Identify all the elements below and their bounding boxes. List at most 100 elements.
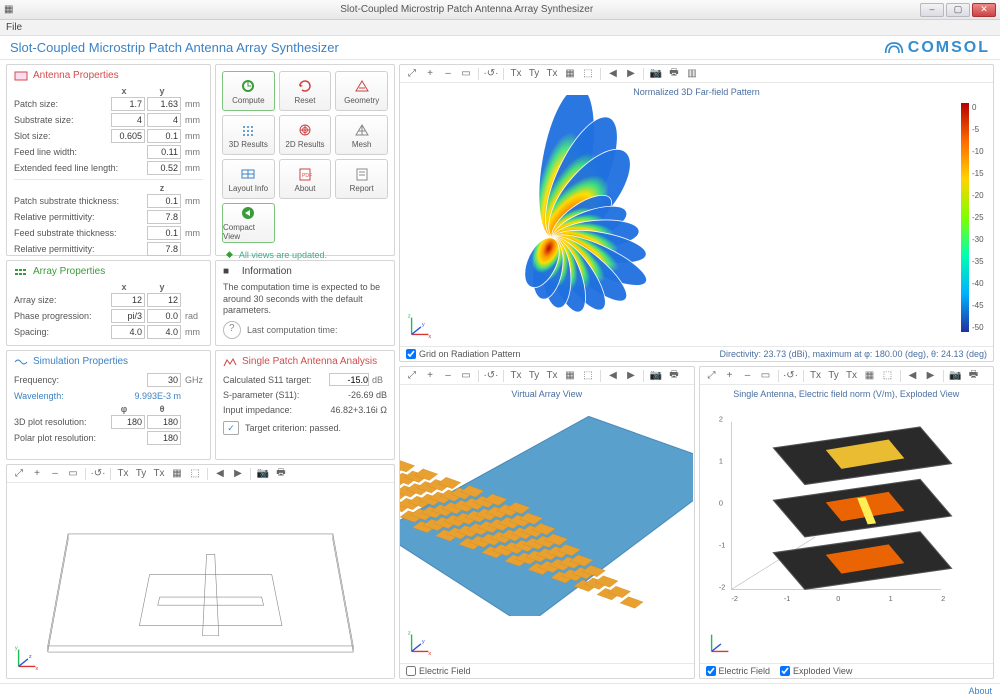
2d-results-button[interactable]: 2D Results: [279, 115, 332, 155]
res3d-phi-input[interactable]: [111, 415, 145, 429]
s11-target-input[interactable]: [329, 373, 369, 386]
geom-canvas[interactable]: yxz: [7, 483, 394, 678]
layout-info-button[interactable]: Layout Info: [222, 159, 275, 199]
toolbar-btn[interactable]: ▭: [458, 369, 474, 383]
toolbar-btn[interactable]: –: [47, 467, 63, 481]
ants1-input[interactable]: [147, 161, 181, 175]
toolbar-btn[interactable]: ⬚: [187, 467, 203, 481]
toolbar-btn[interactable]: 🖶: [666, 369, 682, 383]
toolbar-btn[interactable]: +: [29, 467, 45, 481]
toolbar-btn[interactable]: Tx: [544, 369, 560, 383]
res3d-theta-input[interactable]: [147, 415, 181, 429]
toolbar-btn[interactable]: ▭: [758, 369, 774, 383]
compute-button[interactable]: Compute: [222, 71, 275, 111]
toolbar-btn[interactable]: ·↺·: [90, 467, 106, 481]
toolbar-btn[interactable]: 🖶: [666, 67, 682, 81]
close-button[interactable]: ✕: [972, 3, 996, 17]
frequency-input[interactable]: [147, 373, 181, 387]
toolbar-btn[interactable]: ▥: [684, 67, 700, 81]
toolbar-btn[interactable]: Tx: [844, 369, 860, 383]
toolbar-btn[interactable]: ◀: [605, 67, 621, 81]
farfield-canvas[interactable]: Normalized 3D Far-field Pattern 0-5-10-1…: [400, 83, 993, 346]
geometry-button[interactable]: Geometry: [335, 71, 388, 111]
ants0-input[interactable]: [147, 145, 181, 159]
grid-on-checkbox[interactable]: Grid on Radiation Pattern: [406, 349, 521, 359]
toolbar-btn[interactable]: –: [740, 369, 756, 383]
toolbar-btn[interactable]: ▶: [923, 369, 939, 383]
toolbar-btn[interactable]: ⤢: [11, 467, 27, 481]
compact-view-button[interactable]: Compact View: [222, 203, 275, 243]
toolbar-btn[interactable]: Tx: [151, 467, 167, 481]
report-button[interactable]: Report: [335, 159, 388, 199]
ant2-x-input[interactable]: [111, 129, 145, 143]
toolbar-btn[interactable]: Ty: [526, 369, 542, 383]
toolbar-btn[interactable]: –: [440, 369, 456, 383]
arr0-y-input[interactable]: [147, 293, 181, 307]
ant1-y-input[interactable]: [147, 113, 181, 127]
toolbar-btn[interactable]: ▦: [562, 67, 578, 81]
toolbar-btn[interactable]: Ty: [133, 467, 149, 481]
toolbar-btn[interactable]: Tx: [508, 369, 524, 383]
toolbar-btn[interactable]: ▦: [862, 369, 878, 383]
toolbar-btn[interactable]: ·↺·: [483, 369, 499, 383]
about-button[interactable]: PDFAbout: [279, 159, 332, 199]
arr1-y-input[interactable]: [147, 309, 181, 323]
toolbar-btn[interactable]: 📷: [648, 369, 664, 383]
3d-results-button[interactable]: 3D Results: [222, 115, 275, 155]
toolbar-btn[interactable]: ◀: [905, 369, 921, 383]
toolbar-btn[interactable]: ◀: [212, 467, 228, 481]
toolbar-btn[interactable]: +: [722, 369, 738, 383]
toolbar-btn[interactable]: 📷: [948, 369, 964, 383]
toolbar-btn[interactable]: +: [422, 369, 438, 383]
ant0-x-input[interactable]: [111, 97, 145, 111]
toolbar-btn[interactable]: ▭: [65, 467, 81, 481]
toolbar-btn[interactable]: ▶: [230, 467, 246, 481]
toolbar-btn[interactable]: ▭: [458, 67, 474, 81]
minimize-button[interactable]: –: [920, 3, 944, 17]
toolbar-btn[interactable]: ⬚: [880, 369, 896, 383]
toolbar-btn[interactable]: ▦: [169, 467, 185, 481]
toolbar-btn[interactable]: ⬚: [580, 369, 596, 383]
arr1-x-input[interactable]: [111, 309, 145, 323]
exploded-checkbox[interactable]: Exploded View: [780, 666, 852, 676]
toolbar-btn[interactable]: ⤢: [404, 369, 420, 383]
polar-res-input[interactable]: [147, 431, 181, 445]
toolbar-btn[interactable]: –: [440, 67, 456, 81]
toolbar-btn[interactable]: ▶: [623, 369, 639, 383]
arr2-x-input[interactable]: [111, 325, 145, 339]
antz1-input[interactable]: [147, 210, 181, 224]
ant2-y-input[interactable]: [147, 129, 181, 143]
antz0-input[interactable]: [147, 194, 181, 208]
toolbar-btn[interactable]: Tx: [808, 369, 824, 383]
toolbar-btn[interactable]: ◀: [605, 369, 621, 383]
toolbar-btn[interactable]: ⤢: [404, 67, 420, 81]
toolbar-btn[interactable]: 🖶: [273, 467, 289, 481]
antz3-input[interactable]: [147, 242, 181, 256]
ant1-x-input[interactable]: [111, 113, 145, 127]
single-ef-checkbox[interactable]: Electric Field: [706, 666, 771, 676]
toolbar-btn[interactable]: ⬚: [580, 67, 596, 81]
array-ef-checkbox[interactable]: Electric Field: [406, 666, 471, 676]
toolbar-btn[interactable]: Tx: [115, 467, 131, 481]
toolbar-btn[interactable]: ▶: [623, 67, 639, 81]
toolbar-btn[interactable]: Tx: [508, 67, 524, 81]
toolbar-btn[interactable]: Tx: [544, 67, 560, 81]
toolbar-btn[interactable]: ·↺·: [483, 67, 499, 81]
toolbar-btn[interactable]: 🖶: [966, 369, 982, 383]
toolbar-btn[interactable]: 📷: [255, 467, 271, 481]
menu-file[interactable]: File: [6, 22, 22, 33]
ant0-y-input[interactable]: [147, 97, 181, 111]
antz2-input[interactable]: [147, 226, 181, 240]
arr2-y-input[interactable]: [147, 325, 181, 339]
toolbar-btn[interactable]: ⤢: [704, 369, 720, 383]
mesh-button[interactable]: Mesh: [335, 115, 388, 155]
maximize-button[interactable]: ▢: [946, 3, 970, 17]
toolbar-btn[interactable]: ·↺·: [783, 369, 799, 383]
toolbar-btn[interactable]: +: [422, 67, 438, 81]
about-link[interactable]: About: [968, 686, 992, 696]
toolbar-btn[interactable]: Ty: [826, 369, 842, 383]
toolbar-btn[interactable]: Ty: [526, 67, 542, 81]
toolbar-btn[interactable]: 📷: [648, 67, 664, 81]
reset-button[interactable]: Reset: [279, 71, 332, 111]
toolbar-btn[interactable]: ▦: [562, 369, 578, 383]
